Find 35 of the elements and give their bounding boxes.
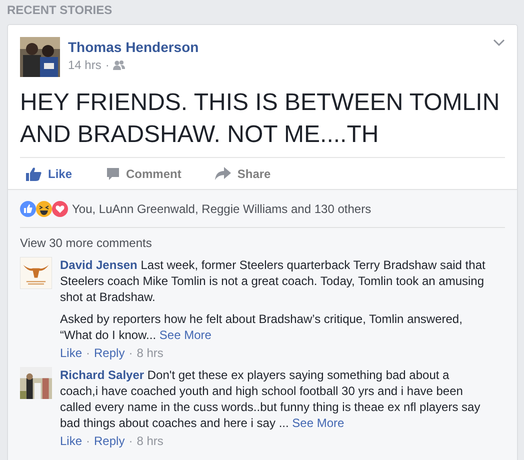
comment-button[interactable]: Comment: [106, 166, 182, 180]
author-name[interactable]: Thomas Henderson: [68, 39, 199, 55]
like-link[interactable]: Like: [60, 433, 82, 449]
comment-text: Asked by reporters how he felt about Bradshaw’s critique, Tomlin answered, “What do I know... See More: [60, 311, 464, 343]
separator: ·: [105, 58, 110, 72]
comment-time[interactable]: 8 hrs: [136, 345, 164, 361]
separator: ·: [86, 433, 90, 449]
post-text: HEY FRIENDS. THIS IS BETWEEN TOMLIN AND BRADSHAW. NOT ME....TH: [19, 88, 501, 150]
like-link[interactable]: Like: [60, 345, 82, 361]
commenter-name[interactable]: David Jensen: [60, 258, 138, 272]
arrow-icon: [215, 166, 232, 180]
like-reaction-icon: [20, 200, 36, 216]
share-button[interactable]: Share: [215, 166, 271, 180]
separator: ·: [86, 345, 90, 361]
view-more-comments-link[interactable]: View 30 more comments: [20, 228, 505, 255]
comment-text: Richard Salyer Don't get these ex players saying something bad about a coach,i have coached youth and high school football 30 yrs and i have been called every name in the cuss words..but funny thing is theae ex nfl players say bad things about coaches and here i say ... See More: [60, 367, 482, 431]
separator: ·: [128, 345, 133, 361]
comment-text: David Jensen Last week, former Steelers quarterback Terry Bradshaw said that Steelers coach Mike Tomlin is not a great coach. Today, Tomlin took an amusing shot at Bradshaw.: [60, 257, 486, 305]
separator: ·: [128, 433, 133, 449]
reactions-summary[interactable]: You, LuAnn Greenwald, Reggie Williams and 130 others: [72, 202, 372, 216]
see-more-link[interactable]: See More: [292, 416, 344, 430]
friends-icon: [113, 60, 126, 70]
commenter-name[interactable]: Richard Salyer: [60, 368, 144, 382]
comment-time[interactable]: 8 hrs: [136, 433, 164, 449]
section-title: RECENT STORIES: [6, 2, 114, 19]
reply-link[interactable]: Reply: [94, 433, 125, 449]
laughing-face-icon: [36, 200, 52, 216]
chevron-down-icon[interactable]: [493, 39, 505, 47]
heart-reaction-icon: [52, 200, 68, 216]
thumbs-up-icon: [26, 166, 42, 180]
see-more-link[interactable]: See More: [159, 328, 212, 342]
post-time[interactable]: 14 hrs: [68, 58, 102, 72]
reply-link[interactable]: Reply: [94, 345, 125, 361]
like-button[interactable]: Like: [26, 166, 72, 180]
speech-bubble-icon: [106, 166, 120, 180]
